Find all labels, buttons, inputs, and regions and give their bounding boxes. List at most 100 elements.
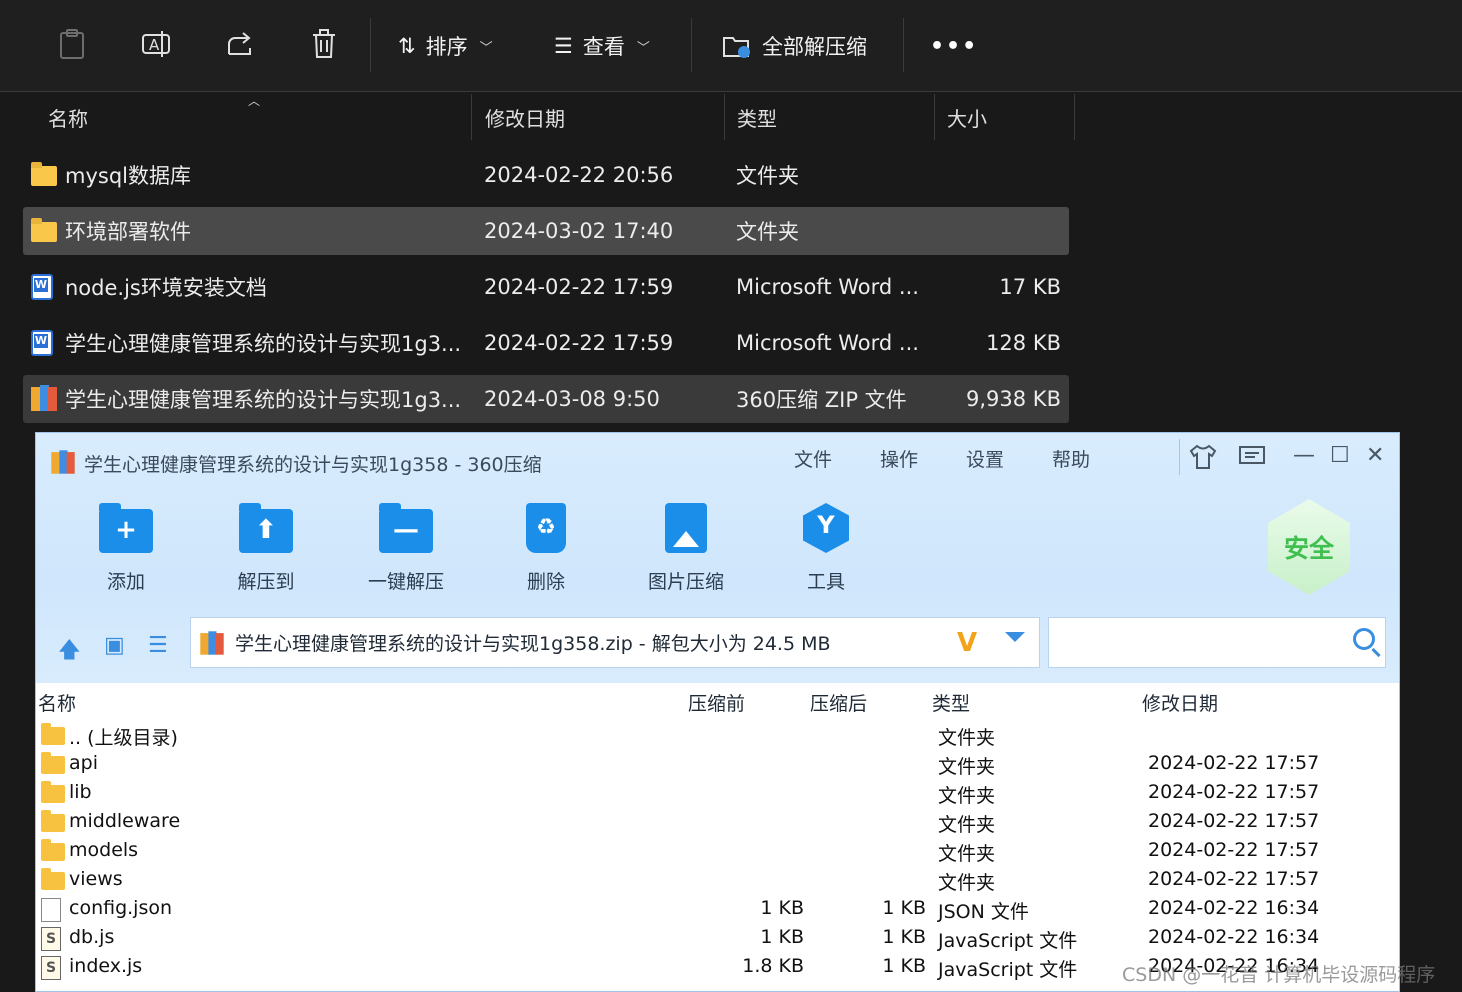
- extract-all-button[interactable]: 全部解压缩: [722, 26, 867, 66]
- list-view-icon[interactable]: ☰: [148, 633, 168, 658]
- maximize-icon[interactable]: ☐: [1330, 443, 1350, 468]
- share-icon[interactable]: [222, 26, 258, 62]
- zip-column-name[interactable]: 名称: [38, 689, 76, 716]
- more-options-button[interactable]: •••: [930, 34, 978, 59]
- archive-name: index.js: [69, 955, 143, 977]
- archive-row[interactable]: middleware 文件夹 2024-02-22 17:57: [36, 808, 1399, 837]
- column-header-type[interactable]: 类型: [725, 94, 935, 140]
- zip-archive-window: 学生心理健康管理系统的设计与实现1g358 - 360压缩 文件 操作 设置 帮…: [35, 432, 1400, 992]
- minimize-icon[interactable]: —: [1293, 443, 1315, 468]
- menu-settings[interactable]: 设置: [966, 445, 1004, 472]
- file-row[interactable]: 环境部署软件 2024-03-02 17:40 文件夹: [23, 207, 1069, 255]
- file-size: 9,938 KB: [966, 387, 1061, 411]
- archive-name: config.json: [69, 897, 173, 919]
- delete-icon[interactable]: [306, 26, 342, 62]
- archive-name: models: [69, 839, 139, 861]
- search-input[interactable]: [1048, 617, 1386, 668]
- word-icon: W: [31, 330, 57, 356]
- zip-icon: [31, 385, 57, 411]
- extract-folder-icon: ⬆: [239, 503, 293, 553]
- file-date: 2024-02-22 17:59: [484, 275, 674, 299]
- image-zip-icon: [659, 503, 713, 553]
- one-click-extract-label: 一键解压: [367, 571, 444, 593]
- search-icon[interactable]: [1353, 628, 1375, 650]
- column-header-size[interactable]: 大小: [935, 94, 1075, 140]
- zip-column-date[interactable]: 修改日期: [1142, 689, 1218, 716]
- file-type: Microsoft Word ...: [736, 331, 919, 355]
- feedback-icon[interactable]: [1238, 443, 1266, 475]
- archive-row[interactable]: models 文件夹 2024-02-22 17:57: [36, 837, 1399, 866]
- extract-all-label: 全部解压缩: [762, 35, 867, 59]
- close-icon[interactable]: ✕: [1366, 443, 1384, 468]
- up-arrow-icon[interactable]: 🡅: [58, 633, 81, 671]
- word-icon: W: [31, 274, 57, 300]
- folder-icon: [41, 752, 65, 774]
- file-name: 学生心理健康管理系统的设计与实现1g3...: [65, 388, 462, 412]
- archive-row[interactable]: api 文件夹 2024-02-22 17:57: [36, 750, 1399, 779]
- zip-app-icon: [50, 449, 76, 475]
- menu-help[interactable]: 帮助: [1052, 445, 1090, 472]
- zip-column-before[interactable]: 压缩前: [688, 689, 745, 716]
- rename-icon[interactable]: A: [138, 26, 174, 62]
- archive-type: 文件夹: [938, 785, 996, 807]
- column-header-name[interactable]: 名称: [36, 94, 472, 140]
- zip-column-type[interactable]: 类型: [932, 689, 970, 716]
- folder-icon: [31, 162, 57, 186]
- archive-size-after: 1 KB: [882, 926, 926, 948]
- archive-name: lib: [69, 781, 92, 803]
- file-date: 2024-03-08 9:50: [484, 387, 660, 411]
- archive-row[interactable]: views 文件夹 2024-02-22 17:57: [36, 866, 1399, 895]
- zip-window-title: 学生心理健康管理系统的设计与实现1g358 - 360压缩: [84, 454, 542, 476]
- chevron-down-icon: ﹀: [636, 40, 650, 56]
- file-type: Microsoft Word ...: [736, 275, 919, 299]
- archive-row[interactable]: S db.js 1 KB 1 KB JavaScript 文件 2024-02-…: [36, 924, 1399, 953]
- sort-icon: ⇅: [398, 34, 416, 58]
- add-label: 添加: [106, 571, 145, 593]
- file-date: 2024-03-02 17:40: [484, 219, 674, 243]
- sort-label: 排序: [425, 35, 468, 59]
- skin-icon[interactable]: [1188, 443, 1218, 477]
- view-icon: ☰: [554, 34, 573, 58]
- folder-icon: [41, 723, 65, 745]
- column-header-date[interactable]: 修改日期: [473, 94, 725, 140]
- delete-label: 删除: [526, 571, 565, 593]
- archive-size-before: 1.8 KB: [742, 955, 804, 977]
- archive-date: 2024-02-22 17:57: [1148, 781, 1320, 803]
- file-type: 文件夹: [736, 164, 799, 188]
- folder-icon: [41, 781, 65, 803]
- file-date: 2024-02-22 20:56: [484, 163, 674, 187]
- file-row[interactable]: 学生心理健康管理系统的设计与实现1g3... 2024-03-08 9:50 3…: [23, 375, 1069, 423]
- file-row[interactable]: W node.js环境安装文档 2024-02-22 17:59 Microso…: [23, 263, 1069, 311]
- js-file-icon: S: [41, 956, 61, 980]
- extract-to-label: 解压到: [237, 571, 295, 593]
- paste-icon[interactable]: [54, 26, 90, 62]
- recycle-icon: ♻: [519, 503, 573, 553]
- detail-view-icon[interactable]: ▣: [104, 633, 125, 658]
- folder-icon: [31, 218, 57, 242]
- archive-date: 2024-02-22 17:57: [1148, 839, 1320, 861]
- menu-operation[interactable]: 操作: [880, 445, 918, 472]
- file-row[interactable]: mysql数据库 2024-02-22 20:56 文件夹: [23, 151, 1069, 199]
- menu-file[interactable]: 文件: [794, 445, 832, 472]
- toolbar-separator: [691, 18, 692, 72]
- tools-label: 工具: [806, 571, 845, 593]
- archive-row[interactable]: .. (上级目录) 文件夹: [36, 721, 1399, 750]
- zip-column-after[interactable]: 压缩后: [810, 689, 867, 716]
- dropdown-arrow-icon[interactable]: [1005, 632, 1025, 642]
- title-separator: [1179, 439, 1180, 475]
- js-file-icon: S: [41, 927, 61, 951]
- file-type: 360压缩 ZIP 文件: [736, 388, 907, 412]
- v-logo-icon: V: [957, 628, 978, 658]
- archive-row[interactable]: config.json 1 KB 1 KB JSON 文件 2024-02-22…: [36, 895, 1399, 924]
- folder-icon: [41, 839, 65, 861]
- archive-row[interactable]: lib 文件夹 2024-02-22 17:57: [36, 779, 1399, 808]
- archive-size-after: 1 KB: [882, 897, 926, 919]
- archive-name: .. (上级目录): [69, 727, 178, 749]
- file-size: 128 KB: [986, 331, 1061, 355]
- sort-button[interactable]: ⇅ 排序 ﹀: [398, 26, 493, 66]
- file-name: mysql数据库: [65, 164, 191, 188]
- address-bar[interactable]: 学生心理健康管理系统的设计与实现1g358.zip - 解包大小为 24.5 M…: [190, 617, 1040, 668]
- view-button[interactable]: ☰ 查看 ﹀: [554, 26, 650, 66]
- archive-type: 文件夹: [938, 872, 996, 894]
- file-row[interactable]: W 学生心理健康管理系统的设计与实现1g3... 2024-02-22 17:5…: [23, 319, 1069, 367]
